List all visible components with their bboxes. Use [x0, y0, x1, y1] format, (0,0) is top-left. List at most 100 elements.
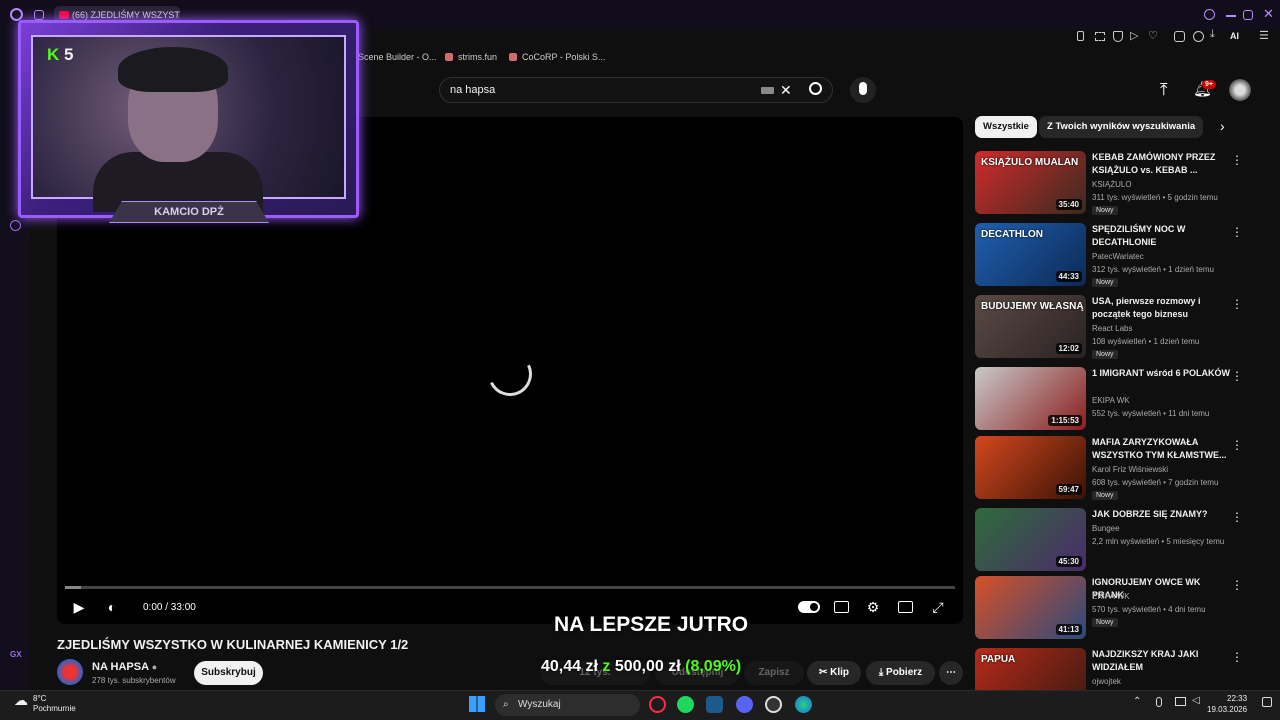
search-input[interactable]: na hapsa ✕ — [439, 77, 833, 103]
more-options-icon[interactable]: ⋮ — [1231, 578, 1243, 592]
recommendation-channel[interactable]: Bungee — [1092, 524, 1120, 533]
start-windows-icon[interactable] — [469, 696, 485, 712]
search-tabs-icon[interactable] — [1204, 9, 1215, 20]
more-options-icon[interactable]: ⋮ — [1231, 369, 1243, 383]
recommendation-thumbnail[interactable]: BUDUJEMY WŁASNĄ 12:02 — [975, 295, 1086, 358]
save-button[interactable]: Zapisz — [744, 661, 804, 685]
screenshot-icon[interactable] — [1193, 31, 1204, 42]
taskbar-clock[interactable]: 22:33 19.03.2026 — [1207, 693, 1247, 715]
weather-widget[interactable]: 8°C Pochmurnie — [33, 694, 76, 714]
fullscreen-icon[interactable]: ⤢ — [928, 597, 948, 617]
heart-icon[interactable]: ♡ — [1148, 29, 1158, 42]
bookmark-strims[interactable]: strims.fun — [445, 52, 497, 62]
pin-icon[interactable] — [1077, 31, 1084, 41]
notification-center-icon[interactable] — [1262, 697, 1272, 707]
settings-gear-icon[interactable]: ⚙ — [863, 597, 883, 617]
extensions-icon[interactable] — [1174, 31, 1185, 42]
subscribe-button[interactable]: Subskrybuj — [194, 661, 263, 685]
tab-manager-icon[interactable] — [34, 10, 44, 20]
tray-network-icon[interactable] — [1175, 697, 1186, 706]
voice-search-button[interactable] — [850, 77, 876, 103]
recommendation-thumbnail[interactable]: 41:13 — [975, 576, 1086, 639]
more-options-icon[interactable]: ⋮ — [1231, 650, 1243, 664]
opera-gx-taskbar-icon[interactable] — [649, 696, 666, 713]
chip-from-search[interactable]: Z Twoich wyników wyszukiwania — [1039, 116, 1204, 138]
taskbar-search[interactable]: ⌕ Wyszukaj — [495, 694, 640, 716]
recommendation-title[interactable]: 1 IMIGRANT wśród 6 POLAKÓW — [1092, 367, 1232, 380]
recommendation-item[interactable]: BUDUJEMY WŁASNĄ 12:02 USA, pierwsze rozmow… — [975, 295, 1250, 361]
more-actions-button[interactable]: ⋯ — [939, 661, 963, 685]
recommendation-channel[interactable]: KSIĄŻULO — [1092, 180, 1132, 189]
recommendation-title[interactable]: NAJDZIKSZY KRAJ JAKI WIDZIAŁEM — [1092, 648, 1232, 674]
keyboard-icon[interactable] — [761, 87, 774, 94]
clip-button[interactable]: ✂ Klip — [807, 661, 861, 685]
settings-icon[interactable] — [10, 220, 21, 231]
recommendation-item[interactable]: 59:47 MAFIA ZARYZYKOWAŁA WSZYSTKO TYM KŁA… — [975, 436, 1250, 502]
recommendation-item[interactable]: 45:30 JAK DOBRZE SIĘ ZNAMY? Bungee 2,2 mln … — [975, 508, 1250, 574]
recommendation-thumbnail[interactable]: 45:30 — [975, 508, 1086, 571]
download-button[interactable]: ⤓ Pobierz — [866, 661, 935, 685]
recommendation-channel[interactable]: EKIPA WK — [1092, 592, 1130, 601]
tray-mic-icon[interactable] — [1156, 697, 1162, 707]
more-options-icon[interactable]: ⋮ — [1231, 297, 1243, 311]
more-options-icon[interactable]: ⋮ — [1231, 225, 1243, 239]
edge-taskbar-icon[interactable] — [795, 696, 812, 713]
channel-name[interactable]: NA HAPSA ● — [92, 661, 157, 673]
subtitles-icon[interactable] — [834, 601, 849, 613]
maximize-icon[interactable] — [1243, 10, 1253, 20]
recommendation-title[interactable]: SPĘDZILIŚMY NOC W DECATHLONIE — [1092, 223, 1232, 249]
recommendation-thumbnail[interactable]: KSIĄŻULO MUALAN 35:40 — [975, 151, 1086, 214]
search-button[interactable] — [804, 77, 830, 103]
recommendation-item[interactable]: 41:13 IGNORUJEMY OWCE WK PRANK EKIPA WK 570… — [975, 576, 1250, 642]
recommendation-channel[interactable]: PatecWariatec — [1092, 252, 1144, 261]
chips-next-icon[interactable]: › — [1220, 118, 1225, 134]
bookmark-scene-builder[interactable]: Scene Builder - O... — [358, 52, 437, 62]
volume-icon[interactable]: ◐ — [102, 597, 122, 617]
play-button[interactable]: ▶ — [69, 597, 89, 617]
more-options-icon[interactable]: ⋮ — [1231, 153, 1243, 167]
obs-taskbar-icon[interactable] — [765, 696, 782, 713]
recommendation-thumbnail[interactable]: 59:47 — [975, 436, 1086, 499]
upload-icon[interactable]: ⤒ — [1160, 80, 1168, 100]
chip-all[interactable]: Wszystkie — [975, 116, 1037, 138]
minimize-icon[interactable] — [1226, 15, 1236, 17]
download-icon[interactable]: ⤓ — [1210, 28, 1215, 41]
recommendation-item[interactable]: 1:15:53 1 IMIGRANT wśród 6 POLAKÓW EKIPA W… — [975, 367, 1250, 433]
menu-icon[interactable]: ☰ — [1259, 29, 1269, 42]
discord-taskbar-icon[interactable] — [736, 696, 753, 713]
streamer-hair — [118, 47, 228, 92]
recommendation-thumbnail[interactable]: DECATHLON 44:33 — [975, 223, 1086, 286]
recommendation-channel[interactable]: ojwojtek — [1092, 677, 1121, 686]
spotify-taskbar-icon[interactable] — [677, 696, 694, 713]
bookmark-cocorp[interactable]: CoCoRP - Polski S... — [509, 52, 605, 62]
recommendation-channel[interactable]: Karol Friz Wiśniewski — [1092, 465, 1168, 474]
progress-bar[interactable] — [65, 586, 955, 589]
miniplayer-icon[interactable] — [898, 601, 913, 613]
autoplay-toggle[interactable] — [798, 601, 820, 613]
account-avatar[interactable] — [1229, 79, 1251, 101]
tray-volume-icon[interactable]: ◁ — [1192, 695, 1200, 706]
shield-icon[interactable] — [1113, 31, 1123, 42]
ai-button[interactable]: AI — [1230, 31, 1239, 41]
recommendation-title[interactable]: USA, pierwsze rozmowy i początek tego bi… — [1092, 295, 1232, 321]
tray-chevron-icon[interactable]: ⌃ — [1133, 696, 1141, 707]
webcam-overlay: K 5 KAMCIO DPŻ — [18, 20, 359, 223]
channel-avatar[interactable] — [57, 659, 83, 685]
snapshot-icon[interactable] — [1095, 32, 1105, 41]
recommendation-title[interactable]: JAK DOBRZE SIĘ ZNAMY? — [1092, 508, 1232, 521]
recommendation-item[interactable]: DECATHLON 44:33 SPĘDZILIŚMY NOC W DECATHLO… — [975, 223, 1250, 289]
recommendation-title[interactable]: KEBAB ZAMÓWIONY PRZEZ KSIĄŻULO vs. KEBAB… — [1092, 151, 1232, 177]
play-toolbar-icon[interactable]: ▷ — [1130, 29, 1138, 42]
recommendation-title[interactable]: MAFIA ZARYZYKOWAŁA WSZYSTKO TYM KŁAMSTWE… — [1092, 436, 1232, 462]
recommendation-thumbnail[interactable]: 1:15:53 — [975, 367, 1086, 430]
recommendation-channel[interactable]: React Labs — [1092, 324, 1132, 333]
recommendation-item[interactable]: KSIĄŻULO MUALAN 35:40 KEBAB ZAMÓWIONY PRZE… — [975, 151, 1250, 217]
kick-count: 5 — [64, 45, 74, 64]
steam-taskbar-icon[interactable] — [706, 696, 723, 713]
more-options-icon[interactable]: ⋮ — [1231, 438, 1243, 452]
clear-search-icon[interactable]: ✕ — [780, 78, 792, 102]
recommendation-channel[interactable]: EKIPA WK — [1092, 396, 1130, 405]
weather-icon[interactable]: ☁ — [14, 692, 28, 709]
more-options-icon[interactable]: ⋮ — [1231, 510, 1243, 524]
close-window-icon[interactable]: ✕ — [1263, 6, 1274, 22]
